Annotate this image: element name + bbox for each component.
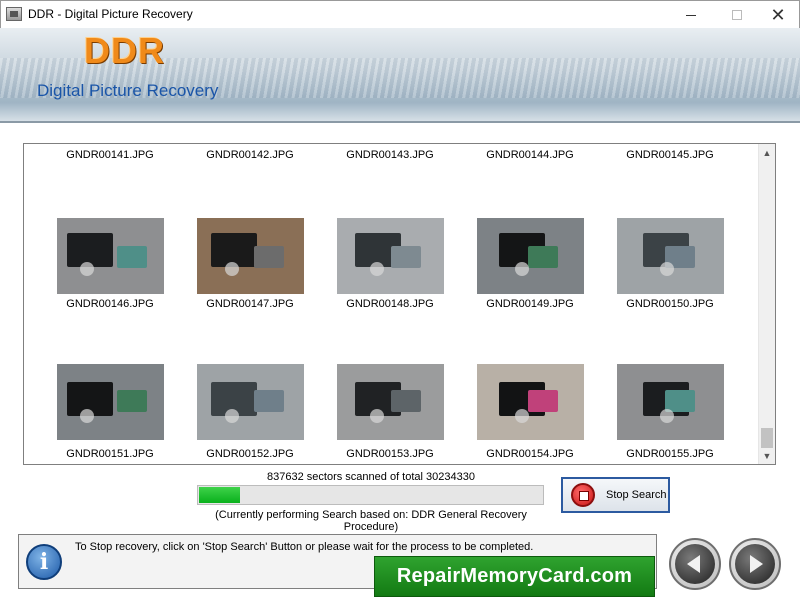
- header-divider: [0, 121, 800, 123]
- thumbnail-filename: GNDR00143.JPG: [346, 149, 434, 161]
- photo-icon: [477, 218, 584, 294]
- thumbnail-filename: GNDR00149.JPG: [486, 298, 574, 310]
- minimize-button[interactable]: [668, 1, 714, 29]
- scan-status-text: 837632 sectors scanned of total 30234330: [267, 471, 475, 483]
- thumbnail-image[interactable]: [477, 364, 584, 440]
- maximize-icon: [732, 10, 742, 20]
- app-subtitle: Digital Picture Recovery: [37, 81, 219, 100]
- thumbnail-image[interactable]: [617, 364, 724, 440]
- scroll-up-icon[interactable]: ▲: [759, 144, 775, 161]
- minimize-icon: [686, 14, 696, 16]
- thumbnail-filename: GNDR00145.JPG: [626, 149, 714, 161]
- next-button[interactable]: [729, 538, 781, 590]
- thumbnail-filename: GNDR00152.JPG: [206, 448, 294, 460]
- photo-icon: [197, 364, 304, 440]
- arrow-right-icon: [750, 555, 763, 573]
- photo-icon: [337, 218, 444, 294]
- window-title: DDR - Digital Picture Recovery: [28, 7, 193, 21]
- thumbnail-image[interactable]: [197, 364, 304, 440]
- header-banner: DDR Digital Picture Recovery: [0, 28, 800, 121]
- thumbnail-filename: GNDR00146.JPG: [66, 298, 154, 310]
- procedure-text: (Currently performing Search based on: D…: [215, 509, 527, 533]
- app-logo: DDR: [84, 30, 165, 71]
- scroll-thumb[interactable]: [761, 428, 773, 448]
- maximize-button[interactable]: [714, 1, 760, 29]
- close-button[interactable]: ✕: [755, 1, 800, 29]
- photo-icon: [477, 364, 584, 440]
- thumbnail-filename: GNDR00141.JPG: [66, 149, 154, 161]
- thumbnail-filename: GNDR00155.JPG: [626, 448, 714, 460]
- stop-search-label: Stop Search: [606, 489, 667, 501]
- scroll-down-icon[interactable]: ▼: [759, 447, 775, 464]
- scan-progress-bar: [197, 485, 544, 505]
- thumbnail-filename: GNDR00148.JPG: [346, 298, 434, 310]
- thumbnail-filename: GNDR00150.JPG: [626, 298, 714, 310]
- title-bar: DDR - Digital Picture Recovery ✕: [0, 0, 800, 28]
- photo-icon: [57, 218, 164, 294]
- thumbnail-image[interactable]: [337, 218, 444, 294]
- thumbnail-filename: GNDR00147.JPG: [206, 298, 294, 310]
- thumbnail-image[interactable]: [57, 218, 164, 294]
- thumbnail-filename: GNDR00154.JPG: [486, 448, 574, 460]
- photo-icon: [617, 364, 724, 440]
- stop-icon: [571, 483, 595, 507]
- back-button[interactable]: [669, 538, 721, 590]
- photo-icon: [57, 364, 164, 440]
- thumbnail-filename: GNDR00151.JPG: [66, 448, 154, 460]
- photo-icon: [197, 218, 304, 294]
- thumbnail-image[interactable]: [337, 364, 444, 440]
- arrow-left-icon: [687, 555, 700, 573]
- scan-progress-fill: [199, 487, 240, 503]
- brand-banner: RepairMemoryCard.com: [374, 556, 655, 597]
- thumbnail-image[interactable]: [617, 218, 724, 294]
- thumbnail-image[interactable]: [197, 218, 304, 294]
- thumbnail-filename: GNDR00142.JPG: [206, 149, 294, 161]
- photo-icon: [617, 218, 724, 294]
- hint-text: To Stop recovery, click on 'Stop Search'…: [75, 541, 534, 553]
- recovered-files-gallery[interactable]: ▲ ▼ GNDR00141.JPG GNDR00142.JPG GNDR00143.…: [23, 143, 776, 465]
- thumbnail-image[interactable]: [477, 218, 584, 294]
- thumbnail-filename: GNDR00144.JPG: [486, 149, 574, 161]
- info-icon[interactable]: i: [26, 544, 62, 580]
- thumbnail-image[interactable]: [57, 364, 164, 440]
- stop-search-button[interactable]: Stop Search: [561, 477, 670, 513]
- gallery-scrollbar[interactable]: ▲ ▼: [758, 144, 775, 464]
- close-icon: ✕: [770, 4, 786, 25]
- thumbnail-filename: GNDR00153.JPG: [346, 448, 434, 460]
- photo-icon: [337, 364, 444, 440]
- app-icon: [6, 7, 22, 21]
